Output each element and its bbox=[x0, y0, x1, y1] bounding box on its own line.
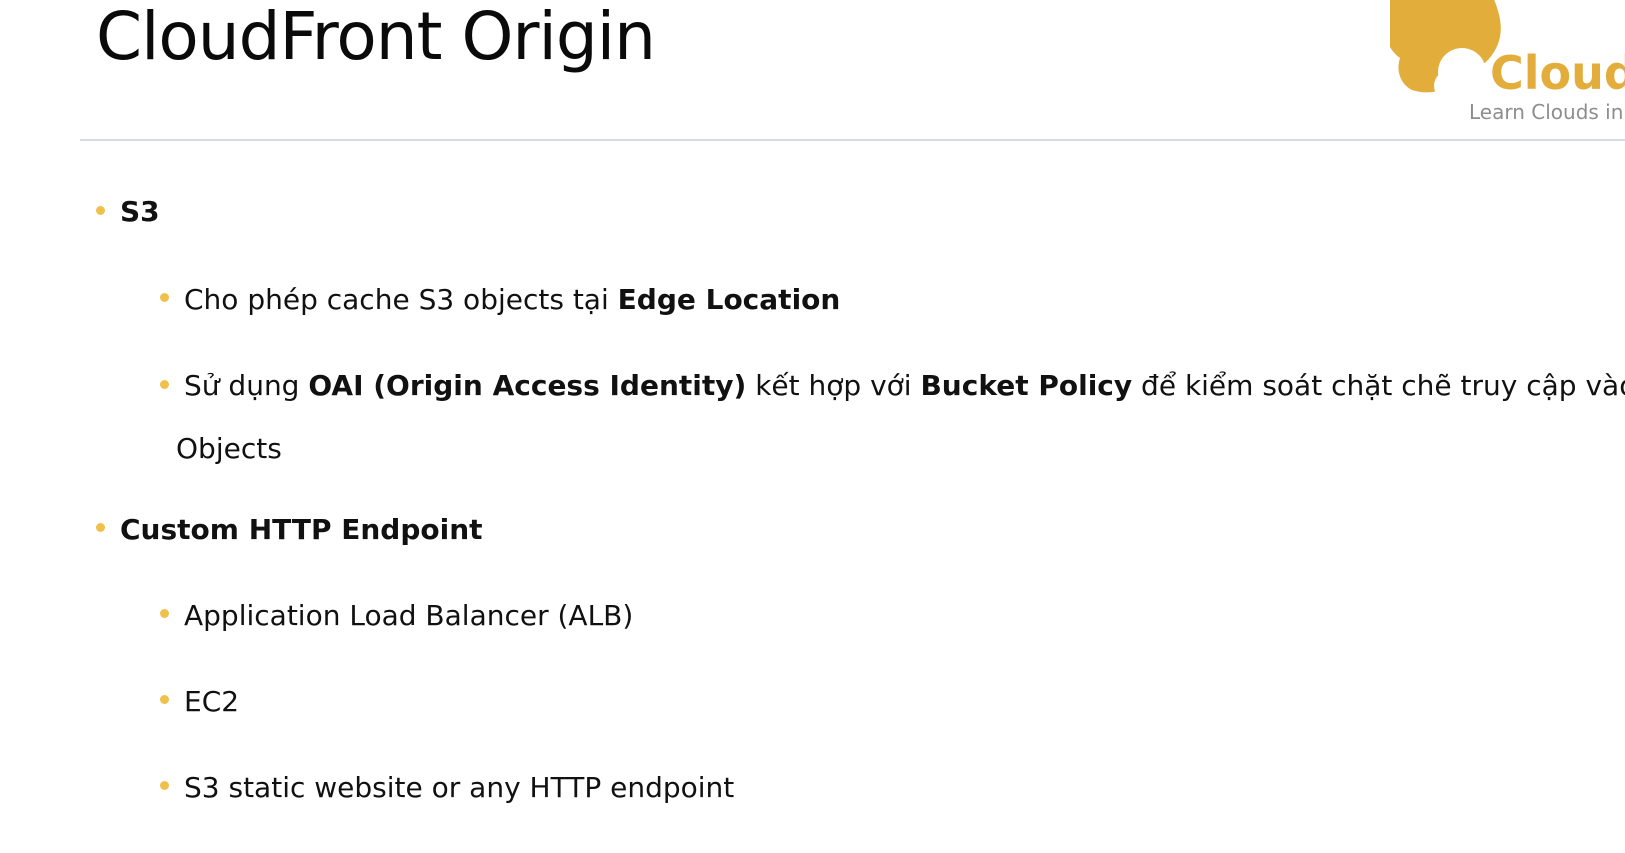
bullet-dot bbox=[96, 523, 105, 532]
bullet-dot bbox=[160, 781, 169, 790]
bullet-text: để kiểm soát chặt chẽ truy cập vào S3 bbox=[1141, 369, 1625, 402]
bullet-s3-heading: S3 bbox=[120, 195, 160, 228]
bullet-custom-item-s3-website: S3 static website or any HTTP endpoint bbox=[184, 771, 735, 804]
bullet-custom-heading: Custom HTTP Endpoint bbox=[120, 513, 483, 546]
logo-text: Cloud bbox=[1490, 46, 1625, 100]
bullet-bold-text: Bucket Policy bbox=[920, 369, 1133, 402]
slide: CloudFront Origin Cloud Learn Clouds in … bbox=[0, 0, 1625, 853]
bullet-dot bbox=[160, 293, 169, 302]
bullet-bold-text: OAI (Origin Access Identity) bbox=[308, 369, 747, 402]
bullet-custom-item-alb: Application Load Balancer (ALB) bbox=[184, 599, 634, 632]
bullet-s3-item-oai: Sử dụng OAI (Origin Access Identity) kết… bbox=[184, 356, 1625, 416]
bullet-s3-item-oai-continuation: Objects bbox=[176, 432, 282, 465]
bullet-dot bbox=[96, 206, 105, 215]
title-divider bbox=[80, 139, 1625, 141]
bullet-text: Cho phép cache S3 objects tại bbox=[184, 283, 618, 316]
logo-tagline: Learn Clouds in bbox=[1469, 100, 1624, 124]
bullet-dot bbox=[160, 609, 169, 618]
bullet-dot bbox=[160, 695, 169, 704]
bullet-custom-item-ec2: EC2 bbox=[184, 685, 240, 718]
bullet-s3-item-cache: Cho phép cache S3 objects tại Edge Locat… bbox=[184, 270, 840, 330]
bullet-bold-text: Edge Location bbox=[617, 283, 841, 316]
slide-title: CloudFront Origin bbox=[96, 0, 656, 75]
bullet-text: Sử dụng bbox=[184, 369, 309, 402]
bullet-dot bbox=[160, 380, 169, 389]
bullet-text: kết hợp với bbox=[746, 369, 921, 402]
